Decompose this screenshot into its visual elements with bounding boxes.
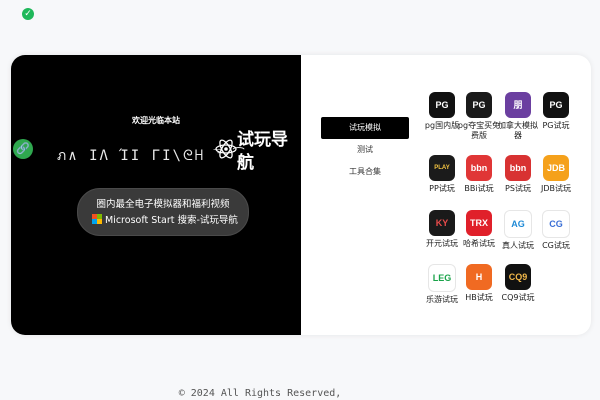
- app-logo-icon: PG: [543, 92, 569, 118]
- app-logo-icon: LEG: [428, 264, 456, 292]
- app-logo-icon: CQ9: [505, 264, 531, 290]
- app-logo-icon: KY: [429, 210, 455, 236]
- search-pill-line2-text: Microsoft Start 搜索-试玩导航: [105, 215, 238, 226]
- app-logo-icon: bbn: [466, 155, 492, 181]
- app-tile[interactable]: PG PG试玩: [534, 92, 578, 131]
- app-tile[interactable]: CQ9 CQ9试玩: [496, 264, 540, 303]
- app-tile[interactable]: bbn BBi试玩: [457, 155, 501, 194]
- app-logo-icon: PG: [466, 92, 492, 118]
- verified-check-icon: ✓: [22, 8, 34, 20]
- app-label: CQ9试玩: [501, 293, 535, 302]
- welcome-text: 欢迎光临本站: [132, 116, 180, 125]
- app-label: BBi试玩: [464, 184, 494, 193]
- app-label: JDB试玩: [540, 184, 571, 193]
- app-label: pg夺宝买免费版: [457, 121, 501, 140]
- search-pill[interactable]: 圈内最全电子模拟器和福利视频 Microsoft Start 搜索-试玩导航: [77, 188, 249, 236]
- app-label: PG试玩: [542, 121, 570, 130]
- app-logo-icon: PG: [429, 92, 455, 118]
- link-icon[interactable]: 🔗: [13, 139, 33, 159]
- app-tile[interactable]: PG pg夺宝买免费版: [457, 92, 501, 141]
- atom-icon: [215, 139, 237, 159]
- app-logo-icon: TRX: [466, 210, 492, 236]
- app-tile[interactable]: TRX 哈希试玩: [457, 210, 501, 249]
- app-label: HB试玩: [465, 293, 493, 302]
- search-pill-line1: 圈内最全电子模拟器和福利视频: [96, 199, 230, 210]
- hero-title: 试玩导航: [237, 130, 288, 173]
- category-menu: 试玩模拟 测试 工具合集: [321, 117, 409, 183]
- app-logo-icon: PLAY: [429, 155, 455, 181]
- app-logo-icon: 朋: [505, 92, 531, 118]
- app-logo-icon: bbn: [505, 155, 531, 181]
- microsoft-logo-icon: [92, 214, 102, 224]
- menu-item-test[interactable]: 测试: [321, 139, 409, 161]
- app-tile[interactable]: JDB JDB试玩: [534, 155, 578, 194]
- app-logo-icon: CG: [542, 210, 570, 238]
- app-logo-icon: JDB: [543, 155, 569, 181]
- footer-copyright: © 2024 All Rights Reserved,: [178, 388, 342, 399]
- app-logo-icon: H: [466, 264, 492, 290]
- search-pill-line2: Microsoft Start 搜索-试玩导航: [92, 212, 238, 226]
- menu-item-tools[interactable]: 工具合集: [321, 161, 409, 183]
- menu-item-trial[interactable]: 试玩模拟: [321, 117, 409, 139]
- app-tile[interactable]: H HB试玩: [457, 264, 501, 303]
- hero-banner: 欢迎光临本站 🔗 ภ∧ ΙΛ ΊΙ ΓΙ\ᘓᕼ ̅⁻ ͡ 试玩导航 圈内最全电子…: [11, 55, 301, 335]
- app-tile[interactable]: CG CG试玩: [534, 210, 578, 251]
- app-label: 哈希试玩: [463, 239, 495, 248]
- app-logo-icon: AG: [504, 210, 532, 238]
- app-label: CG试玩: [542, 241, 570, 250]
